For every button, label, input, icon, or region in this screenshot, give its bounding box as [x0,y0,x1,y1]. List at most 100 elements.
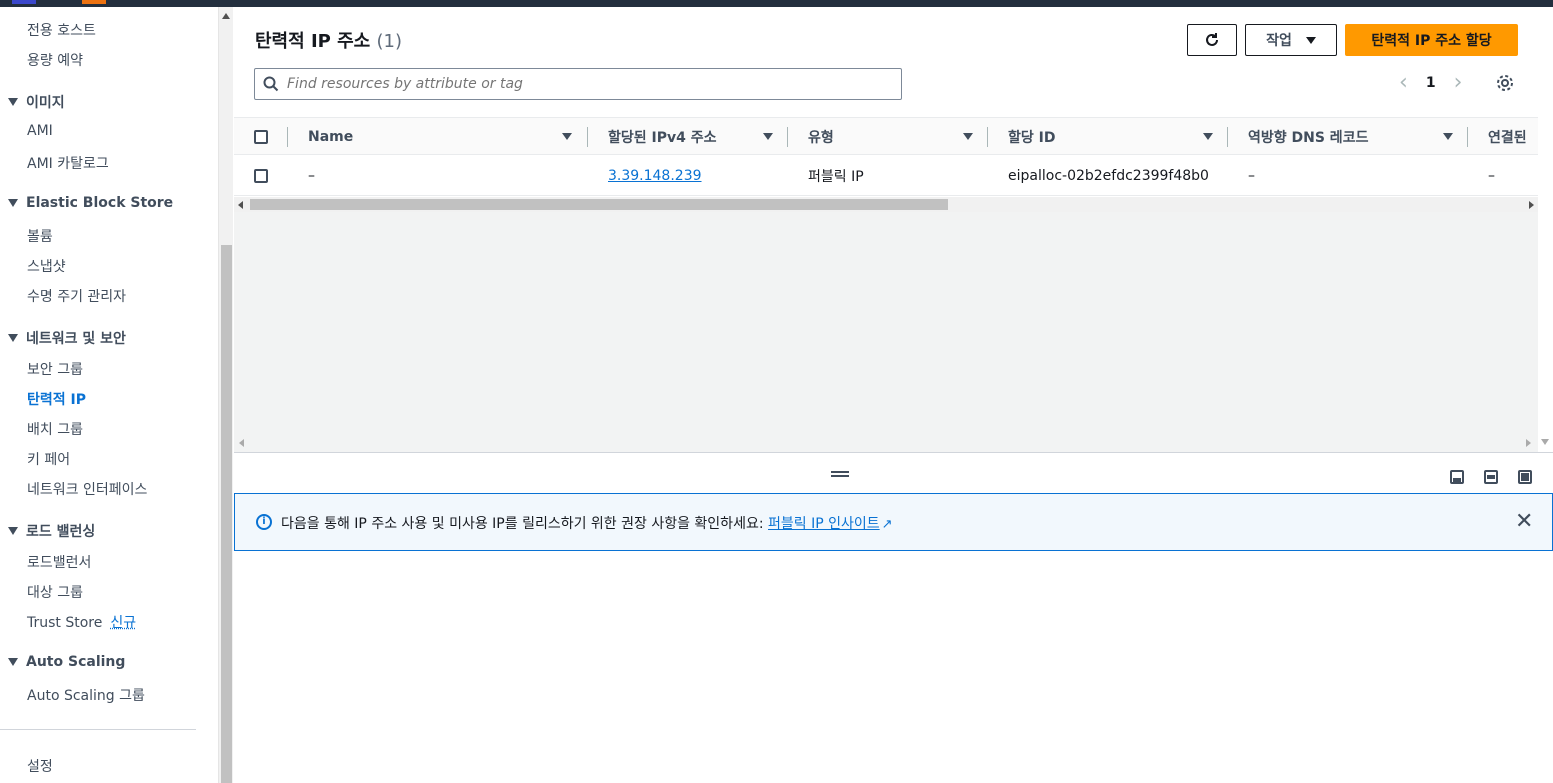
top-navigation-bar [0,0,1553,7]
sidebar-item-lifecycle-manager[interactable]: 수명 주기 관리자 [27,286,126,306]
sidebar-scrollbar[interactable] [218,7,233,783]
scroll-down-icon[interactable] [1541,439,1549,445]
column-header-label: Name [308,129,354,145]
next-page-button[interactable]: › [1454,72,1463,94]
column-header-reverse-dns[interactable]: 역방향 DNS 레코드 [1248,118,1368,156]
page-title: 탄력적 IP 주소 (1) [255,27,402,53]
column-header-type[interactable]: 유형 [808,118,834,156]
sidebar-item-ami-catalog[interactable]: AMI 카탈로그 [27,153,109,173]
info-notification: i 다음을 통해 IP 주소 사용 및 미사용 IP를 릴리스하기 위한 권장 … [234,493,1553,551]
column-header-name[interactable]: Name [308,118,353,156]
scrollbar-thumb[interactable] [250,199,948,210]
maximize-icon[interactable] [1518,470,1532,484]
sidebar-item-network-interfaces[interactable]: 네트워크 인터페이스 [27,479,147,499]
sidebar-item-volumes[interactable]: 볼륨 [27,226,53,246]
scroll-right-icon[interactable] [1526,439,1531,447]
cell-type: 퍼블릭 IP [808,169,864,185]
sidebar: 전용 호스트 용량 예약 이미지 AMI AMI 카탈로그 Elastic Bl… [0,7,218,783]
caret-down-icon [8,527,18,535]
cell-reverse-dns: – [1248,168,1255,184]
sidebar-item-snapshots[interactable]: 스냅샷 [27,256,66,276]
sidebar-divider [0,729,196,730]
caret-down-icon [8,98,18,106]
column-divider [587,127,588,147]
column-divider [787,127,788,147]
column-divider [1227,127,1228,147]
split-panel-bar [234,452,1553,492]
search-field[interactable] [254,68,902,100]
sidebar-item-target-groups[interactable]: 대상 그룹 [27,582,83,602]
column-header-label: 연결된 [1488,130,1527,146]
sidebar-section-network-security[interactable]: 네트워크 및 보안 [8,328,126,348]
sidebar-item-auto-scaling-groups[interactable]: Auto Scaling 그룹 [27,685,145,705]
sidebar-section-label: 이미지 [26,95,65,111]
resize-handle-icon[interactable] [831,471,849,477]
sidebar-section-ebs[interactable]: Elastic Block Store [8,195,173,211]
cell-associated: – [1488,168,1495,184]
sidebar-item-capacity-reservations[interactable]: 용량 예약 [27,50,83,70]
sidebar-item-trust-stores[interactable]: Trust Store 신규 [27,612,136,632]
sidebar-item-load-balancers[interactable]: 로드밸런서 [27,552,91,572]
sidebar-item-key-pairs[interactable]: 키 페어 [27,449,70,469]
service-tab-indicator [82,0,106,4]
column-header-allocation-id[interactable]: 할당 ID [1008,118,1055,156]
new-badge: 신규 [110,615,137,631]
column-header-label: 할당 ID [1008,130,1056,146]
sidebar-section-images[interactable]: 이미지 [8,92,65,112]
sidebar-item-label: Trust Store [27,615,103,631]
scroll-right-icon[interactable] [1529,201,1534,209]
scrollbar-thumb[interactable] [221,245,232,783]
column-divider [287,127,288,147]
caret-down-icon [1305,36,1316,44]
scroll-left-icon[interactable] [239,439,244,447]
sort-icon[interactable] [763,118,773,156]
sidebar-item-settings[interactable]: 설정 [27,756,53,776]
sidebar-item-ami[interactable]: AMI [27,123,53,139]
scroll-up-icon[interactable] [222,13,230,19]
search-icon [263,76,279,92]
table-row[interactable]: – 3.39.148.239 퍼블릭 IP eipalloc-02b2efdc2… [234,156,1538,196]
sidebar-section-label: 로드 밸런싱 [26,524,96,540]
column-header-ipv4[interactable]: 할당된 IPv4 주소 [608,118,717,156]
notification-text: 다음을 통해 IP 주소 사용 및 미사용 IP를 릴리스하기 위한 권장 사항… [281,516,768,532]
sidebar-section-auto-scaling[interactable]: Auto Scaling [8,654,125,670]
column-header-label: 역방향 DNS 레코드 [1248,130,1369,146]
scroll-left-icon[interactable] [238,201,243,209]
main-content: 탄력적 IP 주소 (1) 작업 탄력적 IP 주소 할당 ‹ 1 › Name [234,7,1553,783]
caret-down-icon [8,334,18,342]
sidebar-item-dedicated-hosts[interactable]: 전용 호스트 [27,20,96,40]
gear-icon[interactable] [1495,73,1515,93]
sidebar-item-placement-groups[interactable]: 배치 그룹 [27,419,83,439]
page-title-text: 탄력적 IP 주소 [255,31,371,52]
search-input[interactable] [287,76,867,92]
allocate-elastic-ip-button[interactable]: 탄력적 IP 주소 할당 [1345,24,1518,56]
select-all-checkbox[interactable] [254,130,268,144]
previous-page-button[interactable]: ‹ [1399,72,1408,94]
sort-icon[interactable] [1203,118,1213,156]
sidebar-item-security-groups[interactable]: 보안 그룹 [27,359,83,379]
cell-allocation-id: eipalloc-02b2efdc2399f48b0 [1008,168,1209,184]
sidebar-section-load-balancing[interactable]: 로드 밸런싱 [8,521,95,541]
public-ip-insights-link[interactable]: 퍼블릭 IP 인사이트 [768,516,880,532]
current-page-number[interactable]: 1 [1426,75,1436,91]
column-divider [987,127,988,147]
cell-name: – [308,168,315,184]
refresh-button[interactable] [1187,24,1237,56]
info-icon: i [256,514,272,530]
column-divider [1467,127,1468,147]
sidebar-item-elastic-ips[interactable]: 탄력적 IP [27,389,86,409]
actions-dropdown[interactable]: 작업 [1245,24,1337,56]
row-checkbox[interactable] [254,169,268,183]
resource-count: (1) [376,31,403,52]
sidebar-section-label: 네트워크 및 보안 [26,331,126,347]
close-icon[interactable]: ✕ [1515,511,1533,533]
panel-vertical-scrollbar[interactable] [1538,7,1553,452]
dock-side-icon[interactable] [1484,470,1498,484]
sort-icon[interactable] [963,118,973,156]
dock-bottom-icon[interactable] [1450,470,1464,484]
sort-icon[interactable] [1443,118,1453,156]
table-horizontal-scrollbar[interactable] [234,197,1538,212]
ipv4-link[interactable]: 3.39.148.239 [608,168,702,184]
column-header-associated[interactable]: 연결된 [1488,118,1527,156]
sort-icon[interactable] [562,118,572,156]
